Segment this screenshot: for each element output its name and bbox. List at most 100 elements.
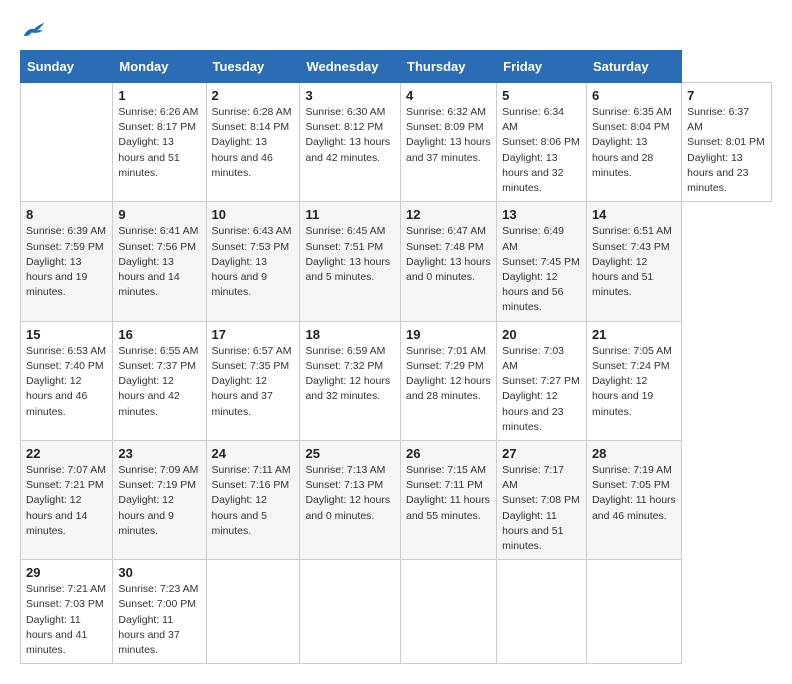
day-number: 8 — [26, 207, 107, 222]
day-number: 6 — [592, 88, 676, 103]
daylight-text: Daylight: 13 hours and 14 minutes. — [118, 256, 179, 298]
day-number: 12 — [406, 207, 491, 222]
sunrise-text: Sunrise: 7:01 AM — [406, 345, 486, 357]
sunrise-text: Sunrise: 7:17 AM — [502, 464, 564, 491]
daylight-text: Daylight: 12 hours and 28 minutes. — [406, 375, 491, 402]
col-header-tuesday: Tuesday — [206, 51, 300, 83]
daylight-text: Daylight: 12 hours and 19 minutes. — [592, 375, 653, 417]
sunrise-text: Sunrise: 7:09 AM — [118, 464, 198, 476]
daylight-text: Daylight: 13 hours and 37 minutes. — [406, 136, 491, 163]
sunset-text: Sunset: 8:17 PM — [118, 121, 196, 133]
day-number: 4 — [406, 88, 491, 103]
sunset-text: Sunset: 7:21 PM — [26, 479, 104, 491]
sunrise-text: Sunrise: 7:19 AM — [592, 464, 672, 476]
day-info: Sunrise: 6:30 AMSunset: 8:12 PMDaylight:… — [305, 105, 395, 166]
daylight-text: Daylight: 12 hours and 42 minutes. — [118, 375, 179, 417]
day-info: Sunrise: 7:17 AMSunset: 7:08 PMDaylight:… — [502, 463, 581, 554]
sunrise-text: Sunrise: 6:32 AM — [406, 106, 486, 118]
sunrise-text: Sunrise: 6:47 AM — [406, 225, 486, 237]
col-header-thursday: Thursday — [401, 51, 497, 83]
calendar-cell: 25Sunrise: 7:13 AMSunset: 7:13 PMDayligh… — [300, 440, 401, 559]
calendar-cell — [21, 83, 113, 202]
calendar-cell: 21Sunrise: 7:05 AMSunset: 7:24 PMDayligh… — [586, 321, 681, 440]
sunrise-text: Sunrise: 6:55 AM — [118, 345, 198, 357]
day-number: 27 — [502, 446, 581, 461]
sunset-text: Sunset: 8:14 PM — [212, 121, 290, 133]
day-info: Sunrise: 6:28 AMSunset: 8:14 PMDaylight:… — [212, 105, 295, 181]
sunrise-text: Sunrise: 6:53 AM — [26, 345, 106, 357]
calendar-cell: 20Sunrise: 7:03 AMSunset: 7:27 PMDayligh… — [497, 321, 587, 440]
daylight-text: Daylight: 11 hours and 55 minutes. — [406, 494, 490, 521]
sunset-text: Sunset: 7:11 PM — [406, 479, 483, 491]
day-info: Sunrise: 6:43 AMSunset: 7:53 PMDaylight:… — [212, 224, 295, 300]
day-number: 24 — [212, 446, 295, 461]
sunrise-text: Sunrise: 7:13 AM — [305, 464, 385, 476]
daylight-text: Daylight: 12 hours and 9 minutes. — [118, 494, 173, 536]
day-number: 10 — [212, 207, 295, 222]
calendar-table: SundayMondayTuesdayWednesdayThursdayFrid… — [20, 50, 772, 664]
calendar-header-row: SundayMondayTuesdayWednesdayThursdayFrid… — [21, 51, 772, 83]
calendar-cell: 19Sunrise: 7:01 AMSunset: 7:29 PMDayligh… — [401, 321, 497, 440]
day-number: 23 — [118, 446, 200, 461]
day-number: 30 — [118, 565, 200, 580]
calendar-cell: 15Sunrise: 6:53 AMSunset: 7:40 PMDayligh… — [21, 321, 113, 440]
sunset-text: Sunset: 8:12 PM — [305, 121, 383, 133]
day-number: 18 — [305, 327, 395, 342]
sunset-text: Sunset: 7:27 PM — [502, 375, 580, 387]
daylight-text: Daylight: 13 hours and 23 minutes. — [687, 152, 748, 194]
sunrise-text: Sunrise: 6:39 AM — [26, 225, 106, 237]
day-info: Sunrise: 6:47 AMSunset: 7:48 PMDaylight:… — [406, 224, 491, 285]
calendar-cell: 6Sunrise: 6:35 AMSunset: 8:04 PMDaylight… — [586, 83, 681, 202]
day-info: Sunrise: 7:07 AMSunset: 7:21 PMDaylight:… — [26, 463, 107, 539]
calendar-cell: 3Sunrise: 6:30 AMSunset: 8:12 PMDaylight… — [300, 83, 401, 202]
day-number: 13 — [502, 207, 581, 222]
sunset-text: Sunset: 7:35 PM — [212, 360, 290, 372]
col-header-wednesday: Wednesday — [300, 51, 401, 83]
calendar-cell: 5Sunrise: 6:34 AMSunset: 8:06 PMDaylight… — [497, 83, 587, 202]
day-info: Sunrise: 7:03 AM Sunset: 7:27 PM Daylight:… — [502, 344, 581, 435]
col-header-monday: Monday — [113, 51, 206, 83]
sunset-text: Sunset: 7:32 PM — [305, 360, 383, 372]
sunset-text: Sunset: 7:08 PM — [502, 494, 580, 506]
calendar-week-4: 22Sunrise: 7:07 AMSunset: 7:21 PMDayligh… — [21, 440, 772, 559]
sunset-text: Sunset: 7:13 PM — [305, 479, 383, 491]
daylight-text: Daylight: 12 hours and 14 minutes. — [26, 494, 87, 536]
sunrise-text: Sunrise: 6:37 AM — [687, 106, 749, 133]
day-info: Sunrise: 6:37 AMSunset: 8:01 PMDaylight:… — [687, 105, 766, 196]
day-number: 14 — [592, 207, 676, 222]
sunrise-text: Sunrise: 6:45 AM — [305, 225, 385, 237]
daylight-text: Daylight: 13 hours and 0 minutes. — [406, 256, 491, 283]
day-number: 3 — [305, 88, 395, 103]
day-info: Sunrise: 6:39 AMSunset: 7:59 PMDaylight:… — [26, 224, 107, 300]
logo — [20, 20, 46, 40]
sunrise-text: Sunrise: 7:23 AM — [118, 583, 198, 595]
sunset-text: Sunset: 7:37 PM — [118, 360, 196, 372]
col-header-saturday: Saturday — [586, 51, 681, 83]
calendar-cell: 23Sunrise: 7:09 AMSunset: 7:19 PMDayligh… — [113, 440, 206, 559]
calendar-cell: 11Sunrise: 6:45 AMSunset: 7:51 PMDayligh… — [300, 202, 401, 321]
sunrise-text: Sunrise: 6:30 AM — [305, 106, 385, 118]
daylight-text: Daylight: 12 hours and 23 minutes. — [502, 390, 563, 432]
sunset-text: Sunset: 7:24 PM — [592, 360, 670, 372]
sunset-text: Sunset: 7:45 PM — [502, 256, 580, 268]
sunrise-text: Sunrise: 6:49 AM — [502, 225, 564, 252]
daylight-text: Daylight: 12 hours and 56 minutes. — [502, 271, 563, 313]
sunrise-text: Sunrise: 7:03 AM — [502, 345, 564, 372]
daylight-text: Daylight: 12 hours and 0 minutes. — [305, 494, 390, 521]
sunset-text: Sunset: 7:03 PM — [26, 598, 104, 610]
daylight-text: Daylight: 11 hours and 46 minutes. — [592, 494, 676, 521]
logo-bird-icon — [22, 20, 46, 40]
sunset-text: Sunset: 7:00 PM — [118, 598, 196, 610]
day-number: 9 — [118, 207, 200, 222]
calendar-cell: 26Sunrise: 7:15 AMSunset: 7:11 PMDayligh… — [401, 440, 497, 559]
daylight-text: Daylight: 13 hours and 9 minutes. — [212, 256, 267, 298]
day-info: Sunrise: 7:13 AM Sunset: 7:13 PM Daylight:… — [305, 463, 395, 524]
day-info: Sunrise: 6:41 AMSunset: 7:56 PMDaylight:… — [118, 224, 200, 300]
sunrise-text: Sunrise: 7:11 AM — [212, 464, 291, 476]
daylight-text: Daylight: 12 hours and 32 minutes. — [305, 375, 390, 402]
calendar-cell: 24Sunrise: 7:11 AMSunset: 7:16 PMDayligh… — [206, 440, 300, 559]
day-number: 19 — [406, 327, 491, 342]
day-info: Sunrise: 6:32 AMSunset: 8:09 PMDaylight:… — [406, 105, 491, 166]
daylight-text: Daylight: 12 hours and 46 minutes. — [26, 375, 87, 417]
sunrise-text: Sunrise: 6:28 AM — [212, 106, 292, 118]
